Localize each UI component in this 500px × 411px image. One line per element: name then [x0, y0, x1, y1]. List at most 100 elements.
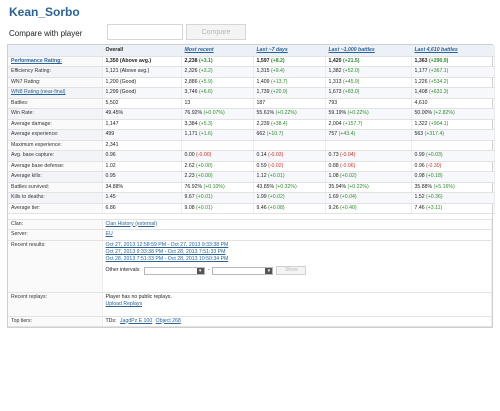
- stat-cell: 1,409 (+13.7): [253, 77, 326, 88]
- show-interval-button[interactable]: Show: [276, 266, 307, 276]
- stat-cell: 662 (+10.7): [253, 129, 326, 141]
- stat-value: 0.88: [328, 162, 341, 169]
- stat-cell: 1,315 (+9.4): [253, 66, 326, 78]
- interval-start-select[interactable]: ▾: [143, 266, 205, 275]
- clan-row: Clan: Clan History (external): [8, 219, 492, 230]
- stat-delta: (+0.40): [340, 204, 357, 211]
- stats-row: Average experience: 499 1,171 (+1.6) 662 (+…: [8, 129, 495, 141]
- stat-cell: 76.92% (+0.07%): [181, 108, 254, 120]
- stat-label: Win Rate:: [8, 108, 103, 120]
- stat-value: 0.00: [184, 152, 197, 159]
- stat-value: 2.23: [184, 173, 197, 180]
- stats-header-row: Overall Most recent Last ~7 days Last ~1,00…: [8, 45, 495, 57]
- stat-cell: 1,382 (+52.0): [325, 66, 412, 78]
- stat-cell: [325, 140, 412, 151]
- server-value[interactable]: EU: [106, 231, 113, 237]
- recent-results-row: Recent results: Oct 27, 2013 12:58:59 PM…: [8, 240, 492, 293]
- stat-cell: 2.62 (+0.00): [181, 161, 254, 172]
- compare-row: Compare with player: [9, 26, 82, 40]
- stat-value: 1,382: [328, 68, 343, 75]
- recent-result-link[interactable]: Oct 28, 2013 7:51:33 PM - Oct 28, 2013 1…: [106, 256, 489, 262]
- stat-cell: 1.69 (+0.04): [325, 192, 412, 204]
- stat-delta: (+0.01): [196, 194, 213, 201]
- stats-table: Overall Most recent Last ~7 days Last ~1,00…: [8, 45, 495, 214]
- compare-label: Compare with player: [9, 28, 83, 38]
- recent-result-link[interactable]: Oct 27, 2013 12:58:59 PM - Oct 27, 2013 …: [106, 242, 489, 248]
- stat-delta: (+0.10%): [203, 183, 225, 190]
- stat-delta: (+290.9): [428, 57, 449, 64]
- tank-link[interactable]: JagdPz E 100: [120, 318, 152, 324]
- stat-delta: (+9.4): [270, 68, 285, 75]
- stat-cell: 0.96: [102, 150, 182, 162]
- server-row: Server: EU: [8, 229, 492, 241]
- stat-label[interactable]: WN8 Rating (near-final): [8, 87, 103, 99]
- stat-label: Avg. base capture:: [8, 150, 103, 162]
- stats-row: Maximum experience: 2,341: [8, 140, 495, 151]
- column-header-link[interactable]: Last ~7 days: [257, 47, 288, 53]
- stat-delta: (+367.1): [428, 68, 449, 75]
- stat-cell: 50.00% (+2.82%): [411, 108, 495, 120]
- stat-label: Average tier:: [8, 203, 103, 214]
- stat-delta: (+45.9): [342, 78, 360, 85]
- stat-cell: 1.08 (+0.02): [325, 171, 412, 183]
- stat-cell: 1,739 (+20.9): [253, 87, 326, 99]
- column-header[interactable]: Last 4,610 battles: [411, 45, 495, 57]
- stat-delta: (+0.02): [340, 173, 357, 180]
- stat-value: 9.67: [184, 194, 197, 201]
- compare-player-input[interactable]: [107, 24, 183, 40]
- stat-label[interactable]: Performance Rating:: [8, 56, 103, 67]
- stat-delta: (+5.3): [198, 120, 213, 127]
- upload-replays-link[interactable]: Upload Replays: [106, 301, 143, 307]
- stats-row: Average kills: 0.95 2.23 (+0.00) 1.12 (+0.0…: [8, 171, 495, 183]
- stat-value: 55.61%: [256, 110, 276, 117]
- stat-delta: (+0.08): [268, 204, 285, 211]
- column-header-link[interactable]: Most recent: [185, 47, 214, 53]
- stat-cell: 34.88%: [102, 182, 182, 193]
- stat-cell: 1.45: [102, 192, 182, 204]
- stat-label: Average experience:: [8, 129, 103, 141]
- stat-value: 1,350 (Above avg.): [105, 57, 152, 64]
- stat-value: 1,177: [414, 68, 429, 75]
- stat-value: 50.00%: [414, 110, 434, 117]
- stat-delta: (+0.32%): [275, 183, 297, 190]
- compare-button[interactable]: Compare: [186, 24, 246, 40]
- stat-delta: (+13.7): [270, 78, 288, 85]
- stat-delta: (+1.6): [198, 131, 213, 138]
- stat-cell: 0.96 (-0.30): [411, 161, 495, 172]
- column-header-link[interactable]: Last ~1,000 battles: [329, 47, 375, 53]
- stat-cell: 793: [325, 98, 412, 109]
- stat-label: Efficiency Rating:: [8, 66, 103, 78]
- stat-cell: 757 (+43.4): [325, 129, 412, 141]
- stat-cell: 9.26 (+0.40): [325, 203, 412, 214]
- stat-delta: (+0.22%): [347, 110, 369, 117]
- recent-result-link[interactable]: Oct 27, 2013 9:33:38 PM - Oct 28, 2013 7…: [106, 249, 489, 255]
- stat-value: 499: [105, 131, 115, 138]
- stat-delta: (+8.2): [270, 57, 285, 64]
- stat-delta: (-0.04): [340, 152, 356, 159]
- stat-delta: (+0.04): [340, 194, 357, 201]
- column-header[interactable]: Most recent: [181, 45, 254, 57]
- interval-end-select[interactable]: ▾: [212, 266, 274, 275]
- stat-label: WN7 Rating:: [8, 77, 103, 88]
- stats-row: Kills to deaths: 1.45 9.67 (+0.01) 1.99 (+0…: [8, 192, 495, 204]
- stat-cell: 1,171 (+1.6): [181, 129, 254, 141]
- stat-value: 9.26: [328, 204, 341, 211]
- stat-cell: 2,886 (+5.9): [181, 77, 254, 88]
- stat-value: 1,121 (Above avg.): [105, 68, 150, 75]
- stat-cell: 499: [102, 129, 182, 141]
- stat-value: 0.96: [414, 162, 427, 169]
- interval-dash: -: [207, 267, 210, 274]
- column-header-link[interactable]: Last 4,610 battles: [415, 47, 458, 53]
- column-header[interactable]: Last ~7 days: [253, 45, 326, 57]
- header-blank: [8, 45, 103, 57]
- stat-cell: 3,384 (+5.3): [181, 119, 254, 130]
- tank-link[interactable]: Object 268: [156, 318, 181, 324]
- stat-delta: (+52.0): [342, 68, 360, 75]
- stat-value: 2,326: [184, 68, 199, 75]
- clan-history-link[interactable]: Clan History (external): [106, 221, 158, 227]
- stat-cell: 563 (+317.4): [411, 129, 495, 141]
- stat-value: 1,200 (Good): [105, 78, 137, 85]
- stat-value: 1,313: [328, 78, 343, 85]
- column-header[interactable]: Last ~1,000 battles: [325, 45, 412, 57]
- stat-value: 793: [328, 99, 338, 106]
